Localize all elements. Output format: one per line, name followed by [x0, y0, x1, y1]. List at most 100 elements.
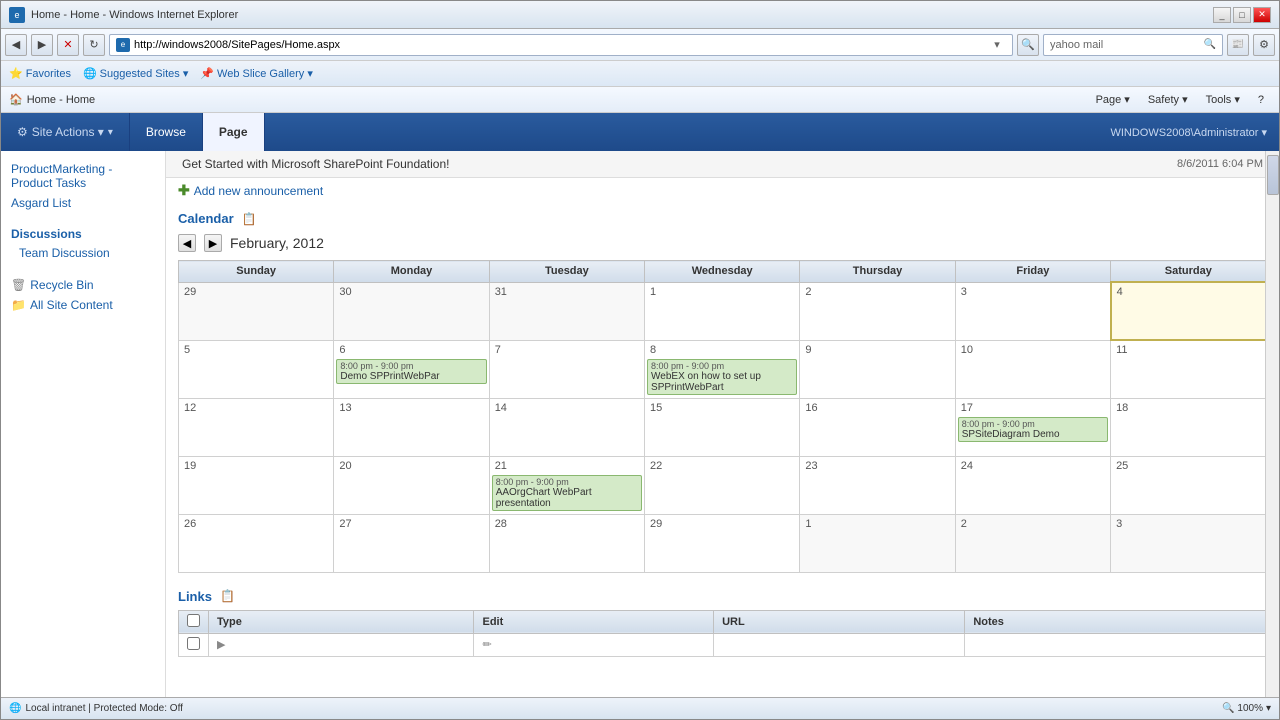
- stop-button[interactable]: ✕: [57, 34, 79, 56]
- add-icon: ✚: [178, 182, 190, 199]
- status-bar: 🌐 Local intranet | Protected Mode: Off 🔍…: [1, 697, 1279, 719]
- favorites-button[interactable]: ⭐ Favorites: [9, 67, 71, 80]
- cal-event-w3-d2-e0[interactable]: 8:00 pm - 9:00 pmAAOrgChart WebPart pres…: [492, 475, 642, 511]
- tools-button[interactable]: Tools ▾: [1199, 90, 1247, 109]
- status-zone-text: Local intranet | Protected Mode: Off: [25, 703, 183, 714]
- cal-cell-w4-d6[interactable]: 3: [1111, 514, 1266, 572]
- calendar-title[interactable]: Calendar: [178, 211, 234, 226]
- cal-cell-w1-d1[interactable]: 6 8:00 pm - 9:00 pmDemo SPPrintWebPar: [334, 340, 489, 398]
- cal-cell-w1-d0[interactable]: 5: [179, 340, 334, 398]
- cal-cell-w4-d2[interactable]: 28: [489, 514, 644, 572]
- sp-main: ProductMarketing - Product Tasks Asgard …: [1, 151, 1279, 697]
- sidebar-item-recycle-bin[interactable]: 🗑 Recycle Bin: [1, 275, 165, 295]
- scrollbar-track[interactable]: [1265, 151, 1279, 697]
- minimize-button[interactable]: _: [1213, 7, 1231, 23]
- address-bar[interactable]: e http://windows2008/SitePages/Home.aspx…: [109, 34, 1013, 56]
- cal-date-w1-d2: 7: [492, 343, 642, 357]
- cal-cell-w0-d6[interactable]: 4: [1111, 282, 1266, 340]
- scrollbar-thumb[interactable]: [1267, 155, 1279, 195]
- cal-event-w1-d1-e0[interactable]: 8:00 pm - 9:00 pmDemo SPPrintWebPar: [336, 359, 486, 384]
- ribbon-user[interactable]: WINDOWS2008\Administrator ▾: [1098, 113, 1279, 151]
- cal-cell-w0-d5[interactable]: 3: [955, 282, 1110, 340]
- cal-event-w2-d5-e0[interactable]: 8:00 pm - 9:00 pmSPSiteDiagram Demo: [958, 417, 1108, 442]
- close-button[interactable]: ✕: [1253, 7, 1271, 23]
- cal-cell-w2-d1[interactable]: 13: [334, 398, 489, 456]
- cal-cell-w3-d0[interactable]: 19: [179, 456, 334, 514]
- cal-cell-w2-d4[interactable]: 16: [800, 398, 955, 456]
- cal-cell-w4-d0[interactable]: 26: [179, 514, 334, 572]
- cal-cell-w1-d5[interactable]: 10: [955, 340, 1110, 398]
- links-title[interactable]: Links: [178, 589, 212, 604]
- cal-cell-w1-d3[interactable]: 88:00 pm - 9:00 pmWebEX on how to set up…: [645, 340, 800, 398]
- links-section: Links 📋 Type Edit URL: [166, 581, 1279, 665]
- links-select-all-checkbox[interactable]: [187, 614, 200, 627]
- cal-cell-w3-d3[interactable]: 22: [645, 456, 800, 514]
- cal-cell-w0-d2[interactable]: 31: [489, 282, 644, 340]
- cal-cell-w4-d4[interactable]: 1: [800, 514, 955, 572]
- cal-cell-w0-d0[interactable]: 29: [179, 282, 334, 340]
- cal-cell-w3-d2[interactable]: 218:00 pm - 9:00 pmAAOrgChart WebPart pr…: [489, 456, 644, 514]
- search-bar[interactable]: yahoo mail 🔍: [1043, 34, 1223, 56]
- calendar-next-button[interactable]: ▶: [204, 234, 222, 252]
- cal-date-w2-d0: 12: [181, 401, 331, 415]
- suggested-sites-button[interactable]: 🌐 Suggested Sites ▾: [83, 67, 188, 80]
- cal-cell-w4-d1[interactable]: 27: [334, 514, 489, 572]
- cal-header-fri: Friday: [955, 261, 1110, 283]
- search-icon[interactable]: 🔍: [1204, 39, 1216, 50]
- sidebar-item-team-discussion[interactable]: Team Discussion: [1, 243, 165, 263]
- cal-cell-w3-d5[interactable]: 24: [955, 456, 1110, 514]
- cal-cell-w1-d6[interactable]: 11: [1111, 340, 1266, 398]
- add-announcement-link[interactable]: ✚ Add new announcement: [178, 182, 323, 199]
- all-content-icon: 📁: [11, 298, 26, 312]
- cal-event-w1-d3-e0[interactable]: 8:00 pm - 9:00 pmWebEX on how to set up …: [647, 359, 797, 395]
- address-go-button[interactable]: ▾: [988, 36, 1006, 54]
- links-row-1: ▶ ✏: [179, 633, 1267, 656]
- cal-date-w0-d3: 1: [647, 285, 797, 299]
- zoom-control[interactable]: 🔍 100% ▾: [1222, 703, 1271, 714]
- rss-button[interactable]: 📰: [1227, 34, 1249, 56]
- cal-cell-w0-d4[interactable]: 2: [800, 282, 955, 340]
- calendar-prev-button[interactable]: ◀: [178, 234, 196, 252]
- cal-date-w1-d1: 6: [336, 343, 486, 357]
- cal-cell-w2-d6[interactable]: 18: [1111, 398, 1266, 456]
- search-go-button[interactable]: 🔍: [1017, 34, 1039, 56]
- cal-cell-w1-d2[interactable]: 7: [489, 340, 644, 398]
- sidebar-item-asgard-list[interactable]: Asgard List: [1, 193, 165, 213]
- ribbon-tab-page[interactable]: Page: [203, 113, 265, 151]
- cal-cell-w3-d4[interactable]: 23: [800, 456, 955, 514]
- cal-date-w0-d5: 3: [958, 285, 1108, 299]
- cal-cell-w2-d2[interactable]: 14: [489, 398, 644, 456]
- status-zone: 🌐 Local intranet | Protected Mode: Off: [9, 703, 1214, 714]
- web-slice-gallery-button[interactable]: 📌 Web Slice Gallery ▾: [200, 67, 313, 80]
- cal-cell-w2-d0[interactable]: 12: [179, 398, 334, 456]
- links-edit-icon[interactable]: 📋: [220, 589, 235, 603]
- cal-cell-w2-d5[interactable]: 178:00 pm - 9:00 pmSPSiteDiagram Demo: [955, 398, 1110, 456]
- back-button[interactable]: ◀: [5, 34, 27, 56]
- cal-cell-w4-d3[interactable]: 29: [645, 514, 800, 572]
- forward-button[interactable]: ▶: [31, 34, 53, 56]
- refresh-button[interactable]: ↻: [83, 34, 105, 56]
- cal-cell-w1-d4[interactable]: 9: [800, 340, 955, 398]
- links-col-notes: Notes: [965, 610, 1267, 633]
- cal-cell-w3-d6[interactable]: 25: [1111, 456, 1266, 514]
- breadcrumb: 🏠 Home - Home: [9, 93, 95, 106]
- cal-cell-w2-d3[interactable]: 15: [645, 398, 800, 456]
- settings-button[interactable]: ⚙: [1253, 34, 1275, 56]
- zoom-icon: 🔍: [1222, 703, 1234, 714]
- page-button[interactable]: Page ▾: [1089, 90, 1137, 109]
- help-button[interactable]: ?: [1251, 91, 1271, 109]
- ribbon-tab-site-actions[interactable]: ⚙ Site Actions ▾ ▾: [1, 113, 130, 151]
- cal-cell-w0-d3[interactable]: 1: [645, 282, 800, 340]
- sidebar-item-product-marketing[interactable]: ProductMarketing - Product Tasks: [1, 159, 165, 193]
- sidebar-category-discussions[interactable]: Discussions: [1, 221, 165, 243]
- links-row-1-checkbox[interactable]: [187, 637, 200, 650]
- cal-cell-w3-d1[interactable]: 20: [334, 456, 489, 514]
- links-row-1-url[interactable]: [714, 633, 965, 656]
- cal-cell-w4-d5[interactable]: 2: [955, 514, 1110, 572]
- sidebar-item-all-site-content[interactable]: 📁 All Site Content: [1, 295, 165, 315]
- safety-button[interactable]: Safety ▾: [1141, 90, 1195, 109]
- calendar-edit-icon[interactable]: 📋: [242, 212, 257, 226]
- restore-button[interactable]: □: [1233, 7, 1251, 23]
- cal-cell-w0-d1[interactable]: 30: [334, 282, 489, 340]
- ribbon-tab-browse[interactable]: Browse: [130, 113, 203, 151]
